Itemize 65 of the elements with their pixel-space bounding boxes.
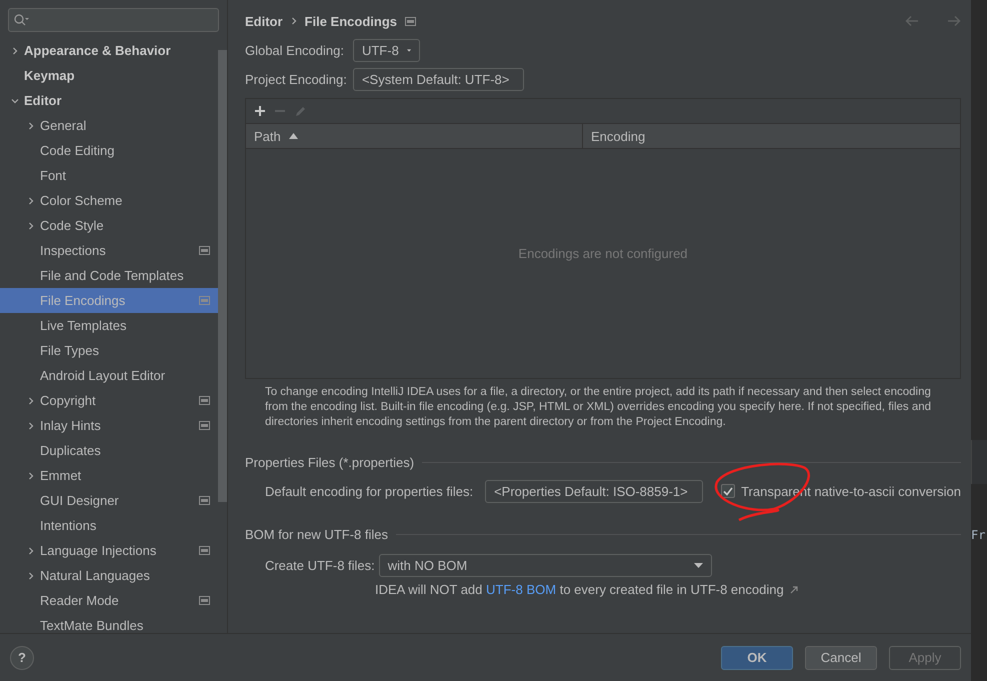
tree-item[interactable]: Reader Mode (0, 588, 218, 613)
encoding-dropdown[interactable]: <Properties Default: ISO-8859-1> (485, 480, 704, 502)
bom-note: IDEA will NOT add UTF-8 BOM to every created file in UTF-8 encoding (374, 582, 784, 597)
chevron-right-icon[interactable] (27, 546, 35, 554)
tree-item[interactable]: Live Templates (0, 313, 218, 338)
breadcrumb-item: Editor (244, 14, 283, 28)
field-label: Project Encoding: (244, 72, 348, 87)
tree-item[interactable]: Emmet (0, 463, 218, 488)
search-icon (14, 14, 29, 26)
tree-item[interactable]: Natural Languages (0, 563, 218, 588)
chevron-right-icon[interactable] (11, 46, 19, 54)
tree-item[interactable]: File and Code Templates (0, 263, 218, 288)
chevron-right-icon[interactable] (27, 222, 35, 230)
breadcrumb-item: File Encodings (304, 14, 397, 28)
chevron-down-icon[interactable] (11, 96, 19, 104)
tree-item[interactable]: Inspections (0, 238, 218, 263)
chevron-right-icon[interactable] (27, 122, 35, 130)
dialog-button[interactable]: Cancel (805, 646, 877, 670)
tree-item[interactable]: Keymap (0, 63, 218, 88)
tree-item[interactable]: Inlay Hints (0, 413, 218, 438)
bom-link[interactable]: UTF-8 BOM (486, 582, 556, 597)
caret-icon (406, 48, 411, 53)
tree-item[interactable]: Code Style (0, 213, 218, 238)
tree-item[interactable]: Language Injections (0, 538, 218, 563)
code-text: Fr (971, 528, 986, 542)
field-label: Create UTF-8 files: (264, 558, 375, 572)
tree-item[interactable]: Copyright (0, 388, 218, 413)
column-header[interactable]: Path (246, 124, 583, 148)
caret-icon (694, 562, 703, 568)
chevron-right-icon[interactable] (27, 422, 35, 430)
section-title: BOM for new UTF-8 files (244, 526, 388, 542)
chevron-right-icon[interactable] (27, 572, 35, 580)
tree-item[interactable]: Editor (0, 88, 218, 113)
tree-item[interactable]: Color Scheme (0, 188, 218, 213)
chevron-right-icon[interactable] (27, 472, 35, 480)
tree-item[interactable]: Font (0, 163, 218, 188)
help-button[interactable]: ? (10, 646, 34, 670)
add-icon[interactable] (254, 105, 266, 117)
field-label: Global Encoding: (244, 43, 345, 58)
tree-item[interactable]: Intentions (0, 513, 218, 538)
external-link-icon[interactable] (790, 586, 798, 594)
checkbox[interactable] (721, 484, 736, 498)
project-level-icon (405, 16, 416, 26)
dialog-button[interactable]: OK (721, 646, 793, 670)
tree-item[interactable]: TextMate Bundles (0, 613, 218, 633)
chevron-right-icon[interactable] (27, 196, 35, 204)
section-title: Properties Files (*.properties) (244, 454, 414, 470)
bom-dropdown[interactable]: with NO BOM (378, 554, 712, 576)
encoding-dropdown[interactable]: <System Default: UTF-8> (352, 68, 524, 91)
empty-message: Encodings are not configured (518, 246, 688, 261)
search-field[interactable] (8, 8, 219, 32)
tree-item[interactable]: GUI Designer (0, 488, 218, 513)
column-header[interactable]: Encoding (582, 124, 960, 148)
chevron-right-icon (290, 17, 297, 25)
tree-item[interactable]: Duplicates (0, 438, 218, 463)
scrollbar-thumb[interactable] (218, 50, 227, 502)
tree-item[interactable]: Android Layout Editor (0, 363, 218, 388)
chevron-right-icon[interactable] (27, 396, 35, 404)
tree-item[interactable]: General (0, 113, 218, 138)
field-label: Default encoding for properties files: (264, 484, 474, 498)
description-text: To change encoding IntelliJ IDEA uses for a file, a directory, or the entire project, add its path if necessary and then select encoding from the encoding list. Built-in file encoding (e.g. JSP, HTML or XML) overrides encoding you specify here. If not specified, files and directories inherit encoding settings from the parent directory or from the Project Encoding. (264, 385, 932, 430)
tree-item[interactable]: Appearance & Behavior (0, 38, 218, 63)
encoding-dropdown[interactable]: UTF-8 (352, 39, 420, 62)
tree-item[interactable]: File Types (0, 338, 218, 363)
tree-item[interactable]: Code Editing (0, 138, 218, 163)
